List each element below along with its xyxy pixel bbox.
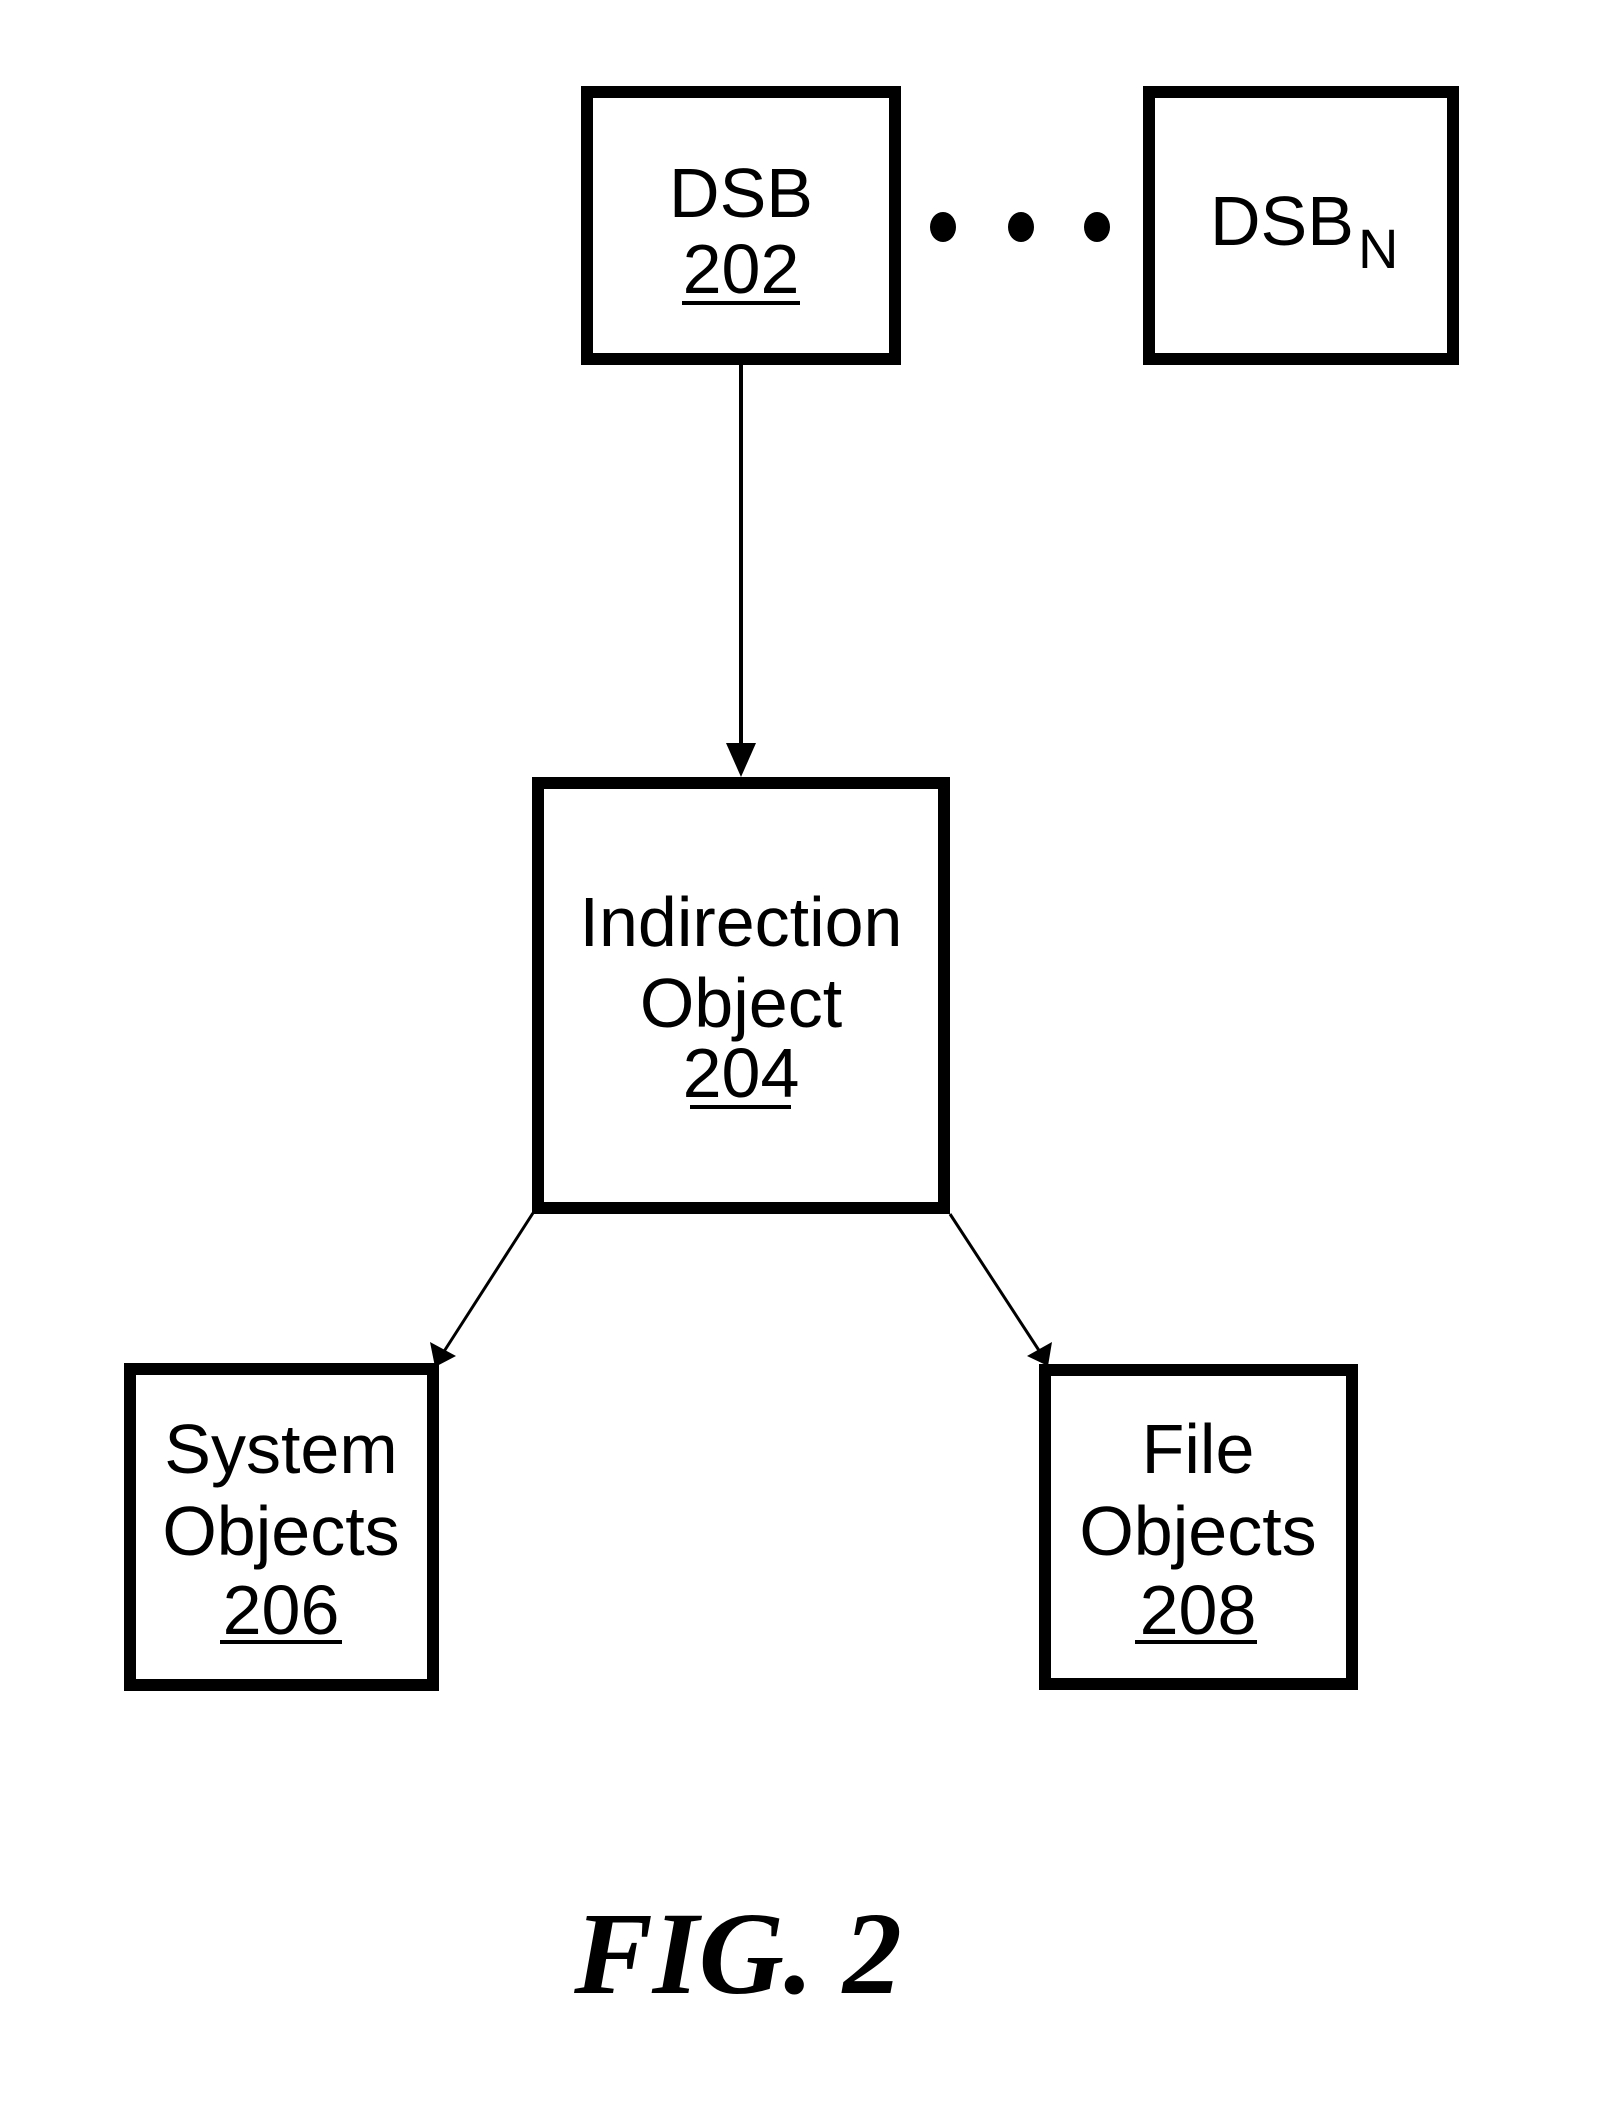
figure-caption: FIG. 2 [573, 1888, 902, 2019]
system-objects-label-line2: Objects [162, 1492, 399, 1570]
edge-indirection-to-file [948, 1213, 1042, 1353]
file-objects-label-line2: Objects [1079, 1492, 1316, 1570]
ellipsis-dot [930, 212, 956, 242]
indirection-ref-underline [690, 1105, 791, 1109]
node-dsb-n: DSBN [1143, 86, 1459, 365]
file-objects-ref-number: 208 [1140, 1571, 1257, 1649]
arrowhead-icon [1027, 1342, 1052, 1366]
indirection-label-line1: Indirection [580, 883, 903, 961]
node-dsb: DSB 202 [581, 86, 901, 365]
dsb-ref-number: 202 [683, 230, 800, 308]
indirection-ref-number: 204 [683, 1034, 800, 1112]
file-objects-label-line1: File [1142, 1410, 1255, 1488]
dsb-n-subscript: N [1358, 217, 1398, 280]
diagram-canvas: DSB 202 DSBN Indirection Object 204 Syst… [124, 86, 1459, 2019]
system-objects-ref-number: 206 [223, 1571, 340, 1649]
file-objects-ref-underline [1135, 1640, 1257, 1644]
system-objects-label-line1: System [164, 1410, 397, 1488]
indirection-label-line2: Object [640, 964, 842, 1042]
dsb-n-main: DSB [1210, 182, 1354, 260]
ellipsis-dot [1008, 212, 1034, 242]
ellipsis-dot [1084, 212, 1110, 242]
node-system-objects: System Objects 206 [124, 1363, 439, 1691]
system-objects-ref-underline [220, 1640, 342, 1644]
edge-indirection-to-system [441, 1212, 535, 1354]
arrowhead-icon [726, 743, 756, 777]
node-indirection: Indirection Object 204 [532, 777, 950, 1214]
node-file-objects: File Objects 208 [1039, 1364, 1358, 1690]
dsb-label: DSB [669, 154, 813, 232]
ellipsis-icon [930, 212, 1110, 242]
dsb-ref-underline [682, 301, 800, 305]
